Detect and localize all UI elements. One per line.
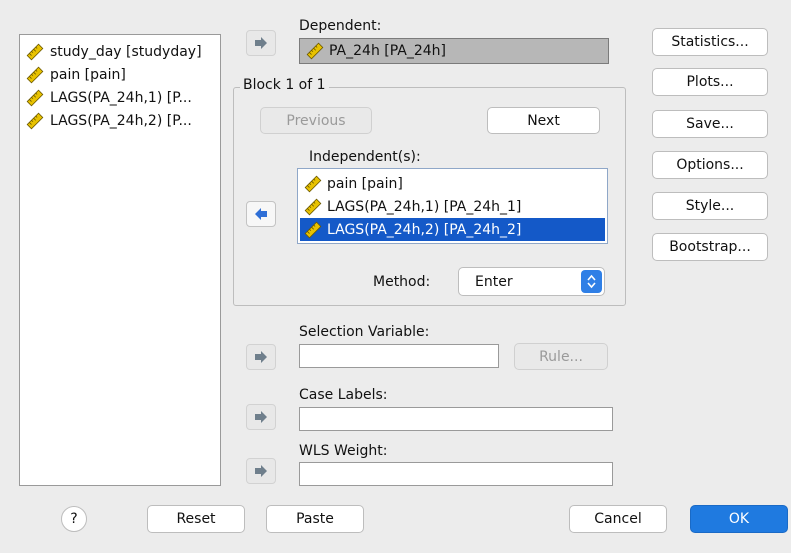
plots-button[interactable]: Plots... (652, 68, 768, 96)
independents-label: Independent(s): (309, 149, 421, 165)
source-variable-item[interactable]: study_day [studyday] (26, 41, 202, 63)
arrow-right-icon (255, 465, 267, 477)
source-variable-label: LAGS(PA_24h,2) [P... (50, 113, 192, 129)
ruler-icon (26, 112, 44, 130)
dependent-value: PA_24h [PA_24h] (329, 43, 446, 59)
cancel-button[interactable]: Cancel (569, 505, 667, 533)
bootstrap-button[interactable]: Bootstrap... (652, 233, 768, 261)
move-to-selection-variable-button[interactable] (246, 344, 276, 370)
help-icon: ? (70, 511, 78, 527)
options-button[interactable]: Options... (652, 151, 768, 179)
arrow-right-icon (255, 37, 267, 49)
independent-item-label: LAGS(PA_24h,1) [PA_24h_1] (327, 198, 522, 215)
case-labels-label: Case Labels: (299, 387, 388, 403)
ruler-icon (304, 175, 322, 192)
reset-button[interactable]: Reset (147, 505, 245, 533)
selection-variable-label: Selection Variable: (299, 324, 430, 340)
case-labels-field[interactable] (299, 407, 613, 431)
move-to-wls-weight-button[interactable] (246, 458, 276, 484)
independent-item[interactable]: LAGS(PA_24h,1) [PA_24h_1] (300, 195, 605, 218)
ok-button[interactable]: OK (690, 505, 788, 533)
previous-button[interactable]: Previous (260, 107, 372, 134)
independent-item-selected[interactable]: LAGS(PA_24h,2) [PA_24h_2] (300, 218, 605, 241)
method-select[interactable]: Enter (458, 267, 605, 296)
ruler-icon (26, 89, 44, 107)
move-independent-button[interactable] (246, 201, 276, 227)
paste-button[interactable]: Paste (266, 505, 364, 533)
style-button[interactable]: Style... (652, 192, 768, 220)
rule-button[interactable]: Rule... (514, 343, 608, 370)
ruler-icon (26, 66, 44, 84)
save-button[interactable]: Save... (652, 110, 768, 138)
independents-list[interactable]: pain [pain] LAGS(PA_24h,1) [PA_24h_1] LA… (297, 168, 608, 244)
source-variable-list[interactable]: study_day [studyday] pain [pain] LAGS(PA… (19, 34, 221, 486)
ruler-icon (26, 43, 44, 61)
source-variable-item[interactable]: LAGS(PA_24h,2) [P... (26, 110, 192, 132)
wls-weight-label: WLS Weight: (299, 443, 388, 459)
arrow-left-icon (255, 208, 267, 220)
arrow-right-icon (255, 411, 267, 423)
method-label: Method: (373, 274, 431, 290)
source-variable-label: LAGS(PA_24h,1) [P... (50, 90, 192, 106)
block-title: Block 1 of 1 (240, 77, 329, 93)
ruler-icon (306, 42, 324, 60)
selection-variable-field[interactable] (299, 344, 499, 368)
ruler-icon (304, 198, 322, 215)
wls-weight-field[interactable] (299, 462, 613, 486)
move-to-dependent-button[interactable] (246, 30, 276, 56)
dependent-field[interactable]: PA_24h [PA_24h] (299, 38, 609, 64)
next-button[interactable]: Next (487, 107, 600, 134)
independent-item-label: LAGS(PA_24h,2) [PA_24h_2] (327, 221, 522, 238)
statistics-button[interactable]: Statistics... (652, 28, 768, 56)
move-to-case-labels-button[interactable] (246, 404, 276, 430)
source-variable-item[interactable]: pain [pain] (26, 64, 126, 86)
source-variable-label: pain [pain] (50, 67, 126, 83)
source-variable-item[interactable]: LAGS(PA_24h,1) [P... (26, 87, 192, 109)
independent-item[interactable]: pain [pain] (300, 172, 605, 195)
arrow-right-icon (255, 351, 267, 363)
method-value: Enter (475, 273, 513, 290)
ruler-icon (304, 221, 322, 238)
chevron-up-down-icon (581, 270, 602, 293)
dependent-label: Dependent: (299, 18, 382, 34)
independent-item-label: pain [pain] (327, 175, 403, 192)
source-variable-label: study_day [studyday] (50, 44, 202, 60)
help-button[interactable]: ? (61, 506, 87, 532)
